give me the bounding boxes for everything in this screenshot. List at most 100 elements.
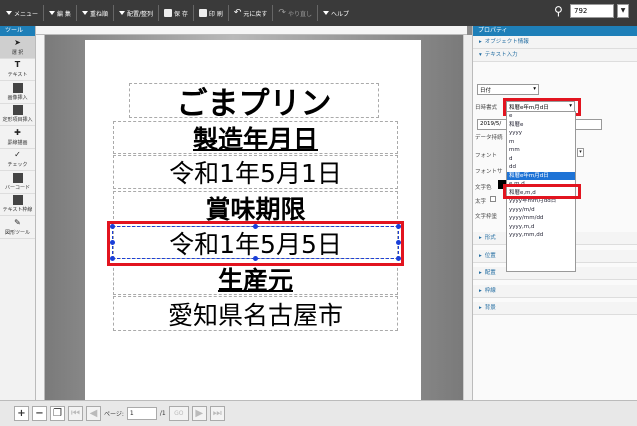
barcode-icon: [12, 172, 23, 183]
format-option[interactable]: yyyy,m,d: [507, 223, 575, 232]
check-icon: ✓: [14, 150, 21, 160]
print-icon: [198, 9, 207, 17]
page-input[interactable]: 1: [126, 407, 157, 420]
font-label: フォント: [475, 153, 498, 159]
format-option[interactable]: d: [507, 155, 575, 164]
chevron-right-icon: ▸: [479, 253, 482, 259]
page-label: ページ:: [104, 411, 124, 418]
search-icon: ⚲: [554, 3, 563, 18]
product-name-field[interactable]: ごまプリン: [129, 83, 379, 122]
main-toolbar: メニュー 編 集 重ね順 配置/整列 保 存 印 刷 ↶ 元に戻す ↷ やり直し ヘ…: [0, 0, 637, 26]
format-option[interactable]: mm: [507, 146, 575, 155]
tool-image[interactable]: 画像挿入: [0, 81, 35, 104]
next-page-button[interactable]: ▶: [191, 406, 207, 421]
format-option[interactable]: 和暦e: [507, 121, 575, 130]
save-button[interactable]: 保 存: [160, 4, 192, 22]
tool-shape[interactable]: ✎ 図形ツール: [0, 216, 35, 239]
tool-template-field[interactable]: 定形項目挿入: [0, 104, 35, 126]
section-text-input[interactable]: ▾ テキスト入力: [473, 49, 637, 62]
expiry-heading[interactable]: 賞味期限: [113, 191, 398, 224]
toolbar-divider: [75, 5, 77, 21]
highlight-selected-field: [107, 221, 404, 266]
chevron-down-icon: ▾: [479, 52, 482, 58]
toolbar-divider: [272, 5, 274, 21]
font-dropdown-arrow[interactable]: ▾: [577, 148, 584, 157]
zoom-dropdown[interactable]: ▼: [617, 4, 629, 18]
toolbar-divider: [112, 5, 114, 21]
properties-title: プロパティ: [473, 26, 637, 36]
format-option-selected[interactable]: 和暦e年m月d日: [507, 171, 575, 180]
toolbar-divider: [227, 5, 229, 21]
chevron-right-icon: ▸: [479, 288, 482, 294]
text-color-label: 文字色: [475, 185, 492, 191]
font-size-label: フォントサ: [475, 169, 503, 175]
help-button[interactable]: ヘルプ: [319, 4, 353, 22]
undo-button[interactable]: ↶ 元に戻す: [230, 4, 272, 22]
highlight-selected-option: [503, 184, 581, 199]
tool-line[interactable]: ✚ 罫線描画: [0, 126, 35, 149]
bold-checkbox[interactable]: [490, 196, 496, 202]
go-button[interactable]: GO: [168, 406, 189, 421]
print-button[interactable]: 印 刷: [195, 4, 227, 22]
page-navigation-bar: + − ❐ ⏮ ◀ ページ: 1 /1 GO ▶ ⏭: [0, 400, 637, 426]
format-option[interactable]: yyyy: [507, 129, 575, 138]
text-frame-fill-label: 文字枠塗: [475, 214, 498, 220]
tool-check[interactable]: ✓ チェック: [0, 149, 35, 171]
type-select[interactable]: 日付 ▾: [477, 84, 539, 95]
section-object-info[interactable]: ▸ オブジェクト情報: [473, 36, 637, 49]
manufacture-date-heading[interactable]: 製造年月日: [113, 121, 398, 154]
format-option[interactable]: yyyy,mm,dd: [507, 231, 575, 240]
vertical-ruler: [36, 35, 45, 400]
chevron-down-icon: [6, 11, 12, 15]
tool-panel-title: ツール: [0, 26, 35, 36]
last-page-button[interactable]: ⏭: [209, 406, 225, 421]
producer-field[interactable]: 愛知県名古屋市: [113, 296, 398, 331]
redo-button[interactable]: ↷ やり直し: [274, 4, 316, 22]
text-icon: T: [14, 60, 21, 70]
tool-text[interactable]: T テキスト: [0, 59, 35, 81]
tool-panel: ツール ➤ 選 択 T テキスト 画像挿入 定形項目挿入 ✚ 罫線描画 ✓ チェック バ…: [0, 26, 36, 400]
chevron-down-icon: [118, 11, 125, 15]
menu-button[interactable]: メニュー: [2, 4, 42, 22]
first-page-button[interactable]: ⏮: [68, 406, 83, 421]
bold-label: 太字: [475, 199, 487, 205]
template-icon: [12, 105, 23, 116]
zoom-input[interactable]: 792: [570, 4, 614, 18]
format-option[interactable]: yyyy/m/d: [507, 206, 575, 215]
section-border[interactable]: ▸ 枠線: [473, 285, 637, 298]
add-page-button[interactable]: +: [14, 406, 29, 421]
page-total: /1: [159, 410, 166, 417]
remove-page-button[interactable]: −: [32, 406, 47, 421]
tool-barcode[interactable]: バーコード: [0, 171, 35, 194]
cursor-icon: ➤: [14, 37, 21, 47]
undo-icon: ↶: [233, 8, 242, 18]
canvas-scrollbar[interactable]: [463, 35, 472, 400]
format-option[interactable]: m: [507, 138, 575, 147]
image-icon: [12, 82, 23, 93]
edit-button[interactable]: 編 集: [45, 4, 75, 22]
tool-text-frame[interactable]: テキスト枠線: [0, 194, 35, 216]
manufacture-date-field[interactable]: 令和1年5月1日: [113, 155, 398, 189]
section-background[interactable]: ▸ 背景: [473, 302, 637, 315]
zoom-control: ⚲ 792 ▼: [554, 4, 629, 18]
chevron-down-icon: [49, 11, 56, 15]
format-option[interactable]: dd: [507, 163, 575, 172]
chevron-right-icon: ▸: [479, 39, 482, 45]
align-button[interactable]: 配置/整列: [115, 4, 157, 22]
data-keep-label: データ持続: [475, 135, 503, 141]
horizontal-ruler: [36, 26, 467, 35]
save-icon: [163, 9, 172, 17]
prev-page-button[interactable]: ◀: [86, 406, 101, 421]
copy-page-button[interactable]: ❐: [50, 406, 65, 421]
producer-heading[interactable]: 生産元: [113, 263, 398, 295]
toolbar-divider: [43, 5, 45, 21]
chevron-right-icon: ▸: [479, 305, 482, 311]
toolbar-divider: [316, 5, 318, 21]
format-option[interactable]: e: [507, 112, 575, 121]
tool-select[interactable]: ➤ 選 択: [0, 36, 35, 59]
toolbar-divider: [192, 5, 194, 21]
order-button[interactable]: 重ね順: [78, 4, 112, 22]
toolbar-divider: [157, 5, 159, 21]
format-option[interactable]: yyyy/mm/dd: [507, 214, 575, 223]
chevron-right-icon: ▸: [479, 270, 482, 276]
